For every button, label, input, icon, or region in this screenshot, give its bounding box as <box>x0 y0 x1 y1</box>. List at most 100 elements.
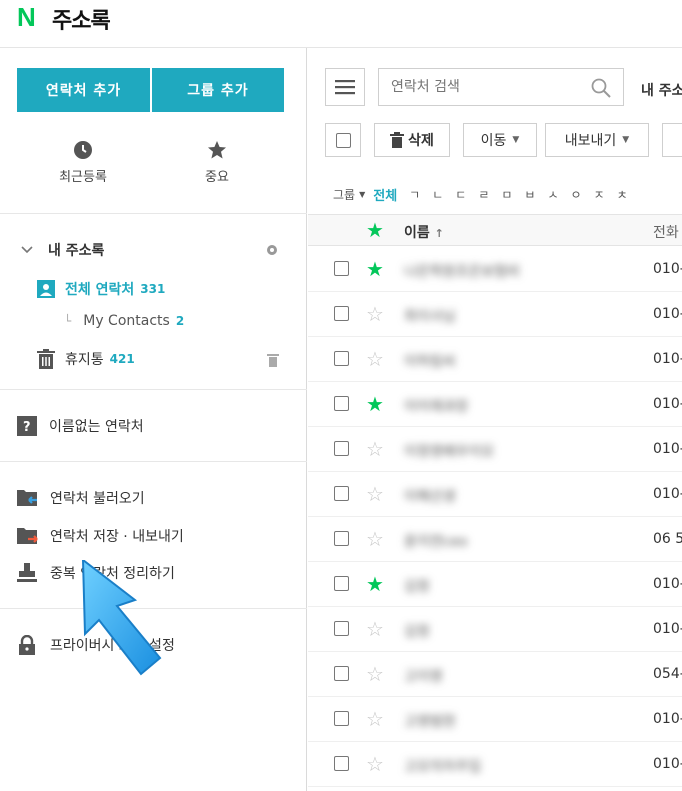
star-outline-icon[interactable]: ☆ <box>366 529 384 549</box>
contact-name[interactable]: 이하림씨 <box>404 351 456 371</box>
star-outline-icon[interactable]: ☆ <box>366 709 384 729</box>
export-dropdown[interactable]: 내보내기 ▼ <box>545 123 649 157</box>
contact-phone: 010- <box>653 261 682 277</box>
caret-down-icon: ▼ <box>622 135 630 145</box>
group-filter[interactable]: 그룹 <box>333 186 355 203</box>
my-addressbook-tab[interactable]: 내 주소 <box>641 80 682 100</box>
empty-trash-icon[interactable] <box>267 353 279 367</box>
delete-button[interactable]: 삭제 <box>374 123 450 157</box>
filter-letter[interactable]: ㅁ <box>501 186 512 203</box>
filter-letter[interactable]: ㄱ <box>409 186 420 203</box>
hamburger-icon <box>335 80 355 95</box>
row-checkbox[interactable] <box>334 666 349 681</box>
sidebar-divider <box>0 389 307 390</box>
star-outline-icon[interactable]: ☆ <box>366 754 384 774</box>
sidebar-item-import[interactable]: 연락처 불러오기 <box>17 488 145 508</box>
sidebar-item-trash[interactable]: 휴지통 421 <box>37 349 135 369</box>
row-checkbox[interactable] <box>334 711 349 726</box>
search-icon[interactable] <box>591 78 611 98</box>
table-row[interactable]: ☆ 윤지연ceo 06 5 <box>308 517 682 562</box>
contact-name[interactable]: 윤지연ceo <box>404 531 468 551</box>
name-column-label: 이름 <box>404 225 430 241</box>
main-content: 내 주소 삭제 이동 ▼ 내보내기 ▼ 그룹 ▼ 전체 ㄱ ㄴ ㄷ ㄹ ㅁ ㅂ … <box>308 48 682 791</box>
star-filled-icon[interactable]: ★ <box>366 259 384 279</box>
star-outline-icon[interactable]: ☆ <box>366 664 384 684</box>
contact-name[interactable]: 나은학원조은보험비 <box>404 261 520 281</box>
filter-letter[interactable]: ㅊ <box>617 186 628 203</box>
table-row[interactable]: ☆ 이해선생 010- <box>308 472 682 517</box>
gear-icon[interactable] <box>265 243 279 257</box>
sidebar-item-unnamed[interactable]: ? 이름없는 연락처 <box>17 416 144 436</box>
more-button[interactable] <box>662 123 682 157</box>
search-box[interactable] <box>378 68 624 106</box>
star-outline-icon[interactable]: ☆ <box>366 619 384 639</box>
table-row[interactable]: ☆ 이하림씨 010- <box>308 337 682 382</box>
page-title[interactable]: 주소록 <box>52 3 111 35</box>
filter-letter[interactable]: ㄴ <box>432 186 443 203</box>
search-input[interactable] <box>391 69 591 105</box>
contact-name[interactable]: 김정 <box>404 621 430 641</box>
sidebar-item-all-contacts[interactable]: 전체 연락처 331 <box>37 279 165 299</box>
contact-name[interactable]: 이해선생 <box>404 486 456 506</box>
add-group-button[interactable]: 그룹 추가 <box>152 68 284 112</box>
contact-name[interactable]: 김정 <box>404 576 430 596</box>
contact-name[interactable]: 이어재과장 <box>404 396 468 416</box>
star-outline-icon[interactable]: ☆ <box>366 349 384 369</box>
table-row[interactable]: ☆ 고이영 054- <box>308 652 682 697</box>
table-row[interactable]: ★ 나은학원조은보험비 010- <box>308 247 682 292</box>
star-filled-icon[interactable]: ★ <box>366 394 384 414</box>
contact-name[interactable]: 고영범현 <box>404 711 456 731</box>
row-checkbox[interactable] <box>334 396 349 411</box>
trash-icon <box>390 132 405 148</box>
contact-name[interactable]: 고모의자주입 <box>404 756 481 776</box>
star-icon <box>208 141 226 159</box>
table-row[interactable]: ★ 이어재과장 010- <box>308 382 682 427</box>
add-contact-button[interactable]: 연락처 추가 <box>17 68 150 112</box>
phone-column-header[interactable]: 전화 <box>653 222 679 242</box>
contact-book-icon <box>37 280 55 298</box>
row-checkbox[interactable] <box>334 486 349 501</box>
naver-logo[interactable]: N <box>17 2 36 33</box>
star-filled-icon[interactable]: ★ <box>366 574 384 594</box>
table-row[interactable]: ☆ 최이사님 010- <box>308 292 682 337</box>
filter-all[interactable]: 전체 <box>373 185 397 204</box>
table-row[interactable]: ☆ 이정영배우이모 010- <box>308 427 682 472</box>
sidebar-item-my-contacts[interactable]: └ My Contacts 2 <box>64 313 184 329</box>
menu-button[interactable] <box>325 68 365 106</box>
filter-letter[interactable]: ㅈ <box>594 186 605 203</box>
table-row[interactable]: ★ 김정 010- <box>308 562 682 607</box>
contact-name[interactable]: 이정영배우이모 <box>404 441 494 461</box>
filter-letter[interactable]: ㅅ <box>547 186 558 203</box>
table-row[interactable]: ☆ 김정 010- <box>308 607 682 652</box>
row-checkbox[interactable] <box>334 756 349 771</box>
contact-name[interactable]: 고이영 <box>404 666 443 686</box>
star-filled-icon[interactable]: ★ <box>366 220 384 240</box>
caret-down-icon: ▼ <box>359 189 366 199</box>
row-checkbox[interactable] <box>334 531 349 546</box>
filter-letter[interactable]: ㅇ <box>571 186 582 203</box>
recent-button[interactable]: 최근등록 <box>43 140 123 185</box>
contact-phone: 010- <box>653 621 682 637</box>
sidebar-item-export[interactable]: 연락처 저장 · 내보내기 <box>17 526 184 546</box>
important-button[interactable]: 중요 <box>177 140 257 185</box>
contact-phone: 010- <box>653 711 682 727</box>
move-dropdown[interactable]: 이동 ▼ <box>463 123 537 157</box>
table-row[interactable]: ☆ 고영범현 010- <box>308 697 682 742</box>
row-checkbox[interactable] <box>334 306 349 321</box>
row-checkbox[interactable] <box>334 261 349 276</box>
row-checkbox[interactable] <box>334 351 349 366</box>
star-outline-icon[interactable]: ☆ <box>366 304 384 324</box>
name-column-header[interactable]: 이름 ↑ <box>404 222 444 242</box>
row-checkbox[interactable] <box>334 441 349 456</box>
star-outline-icon[interactable]: ☆ <box>366 439 384 459</box>
row-checkbox[interactable] <box>334 621 349 636</box>
select-all-checkbox[interactable] <box>325 123 361 157</box>
filter-letter[interactable]: ㅂ <box>524 186 535 203</box>
contact-name[interactable]: 최이사님 <box>404 306 456 326</box>
filter-letter[interactable]: ㄷ <box>455 186 466 203</box>
filter-letter[interactable]: ㄹ <box>478 186 489 203</box>
row-checkbox[interactable] <box>334 576 349 591</box>
my-addressbook-toggle[interactable]: 내 주소록 <box>20 240 104 260</box>
table-row[interactable]: ☆ 고모의자주입 010- <box>308 742 682 787</box>
star-outline-icon[interactable]: ☆ <box>366 484 384 504</box>
